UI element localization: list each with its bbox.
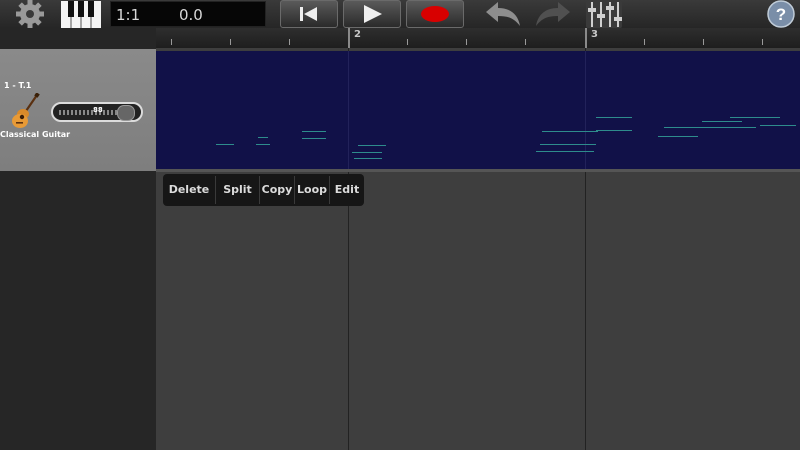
- ruler-tick: [703, 39, 704, 45]
- ruler-tick: [230, 39, 231, 45]
- volume-slider[interactable]: 88: [51, 102, 143, 122]
- midi-note: [302, 138, 326, 139]
- play-button[interactable]: [343, 0, 401, 28]
- timeline-ruler[interactable]: 2 3: [0, 28, 800, 48]
- midi-note: [536, 151, 594, 152]
- midi-note: [730, 117, 780, 118]
- song-time: 0.0: [179, 6, 203, 24]
- ruler-bar-line: [585, 28, 587, 48]
- track-header[interactable]: 1 - T.1 Classical Guitar 88: [0, 49, 156, 171]
- midi-note: [700, 127, 756, 128]
- position-display: 1:1 0.0: [110, 1, 266, 27]
- mixer-icon[interactable]: [584, 0, 624, 28]
- clip-bar-line: [348, 51, 349, 169]
- loop-button[interactable]: Loop: [295, 174, 329, 206]
- piano-keyboard-icon[interactable]: [59, 0, 103, 28]
- toolbar: 1:1 0.0 ?: [0, 0, 800, 28]
- copy-button[interactable]: Copy: [260, 174, 294, 206]
- guitar-icon[interactable]: [12, 93, 40, 129]
- midi-note: [258, 137, 268, 138]
- midi-clip[interactable]: [156, 51, 800, 169]
- ruler-bar-line: [348, 28, 350, 48]
- ruler-tick: [466, 39, 467, 45]
- midi-note: [596, 130, 632, 131]
- clip-context-menu: Delete Split Copy Loop Edit: [163, 174, 364, 206]
- ruler-tick: [289, 39, 290, 45]
- midi-note: [540, 144, 596, 145]
- split-button[interactable]: Split: [216, 174, 259, 206]
- instrument-name: Classical Guitar: [0, 130, 71, 139]
- record-button[interactable]: [406, 0, 464, 28]
- redo-icon[interactable]: [530, 0, 578, 28]
- midi-note: [760, 125, 796, 126]
- ruler-tick: [644, 39, 645, 45]
- ruler-tick: [171, 39, 172, 45]
- midi-note: [216, 144, 234, 145]
- midi-note: [702, 121, 742, 122]
- ruler-tick: [407, 39, 408, 45]
- midi-note: [354, 158, 382, 159]
- song-position: 1:1: [116, 6, 141, 24]
- volume-knob[interactable]: [117, 105, 135, 121]
- volume-value: 88: [93, 106, 103, 114]
- midi-note: [658, 136, 698, 137]
- edit-button[interactable]: Edit: [330, 174, 364, 206]
- svg-text:?: ?: [776, 5, 786, 24]
- track-list: 1 - T.1 Classical Guitar 88: [0, 48, 156, 450]
- midi-note: [664, 127, 700, 128]
- settings-icon[interactable]: [8, 0, 52, 28]
- play-icon: [364, 5, 382, 23]
- ruler-spacer: [0, 28, 156, 48]
- undo-icon[interactable]: [478, 0, 526, 28]
- midi-note: [352, 152, 382, 153]
- rewind-button[interactable]: [280, 0, 338, 28]
- track-number: 1 - T.1: [4, 81, 32, 90]
- midi-note: [596, 117, 632, 118]
- midi-note: [302, 131, 326, 132]
- ruler-tick: [762, 39, 763, 45]
- record-icon: [421, 6, 449, 22]
- delete-button[interactable]: Delete: [163, 174, 215, 206]
- bar-label-3: 3: [591, 29, 598, 40]
- bar-label-2: 2: [354, 29, 361, 40]
- track-divider: [156, 169, 800, 172]
- help-icon[interactable]: ?: [766, 0, 796, 28]
- ruler-tick: [525, 39, 526, 45]
- midi-note: [542, 131, 598, 132]
- timeline-area[interactable]: [156, 48, 800, 450]
- rewind-icon: [300, 7, 317, 21]
- midi-note: [256, 144, 270, 145]
- midi-note: [358, 145, 386, 146]
